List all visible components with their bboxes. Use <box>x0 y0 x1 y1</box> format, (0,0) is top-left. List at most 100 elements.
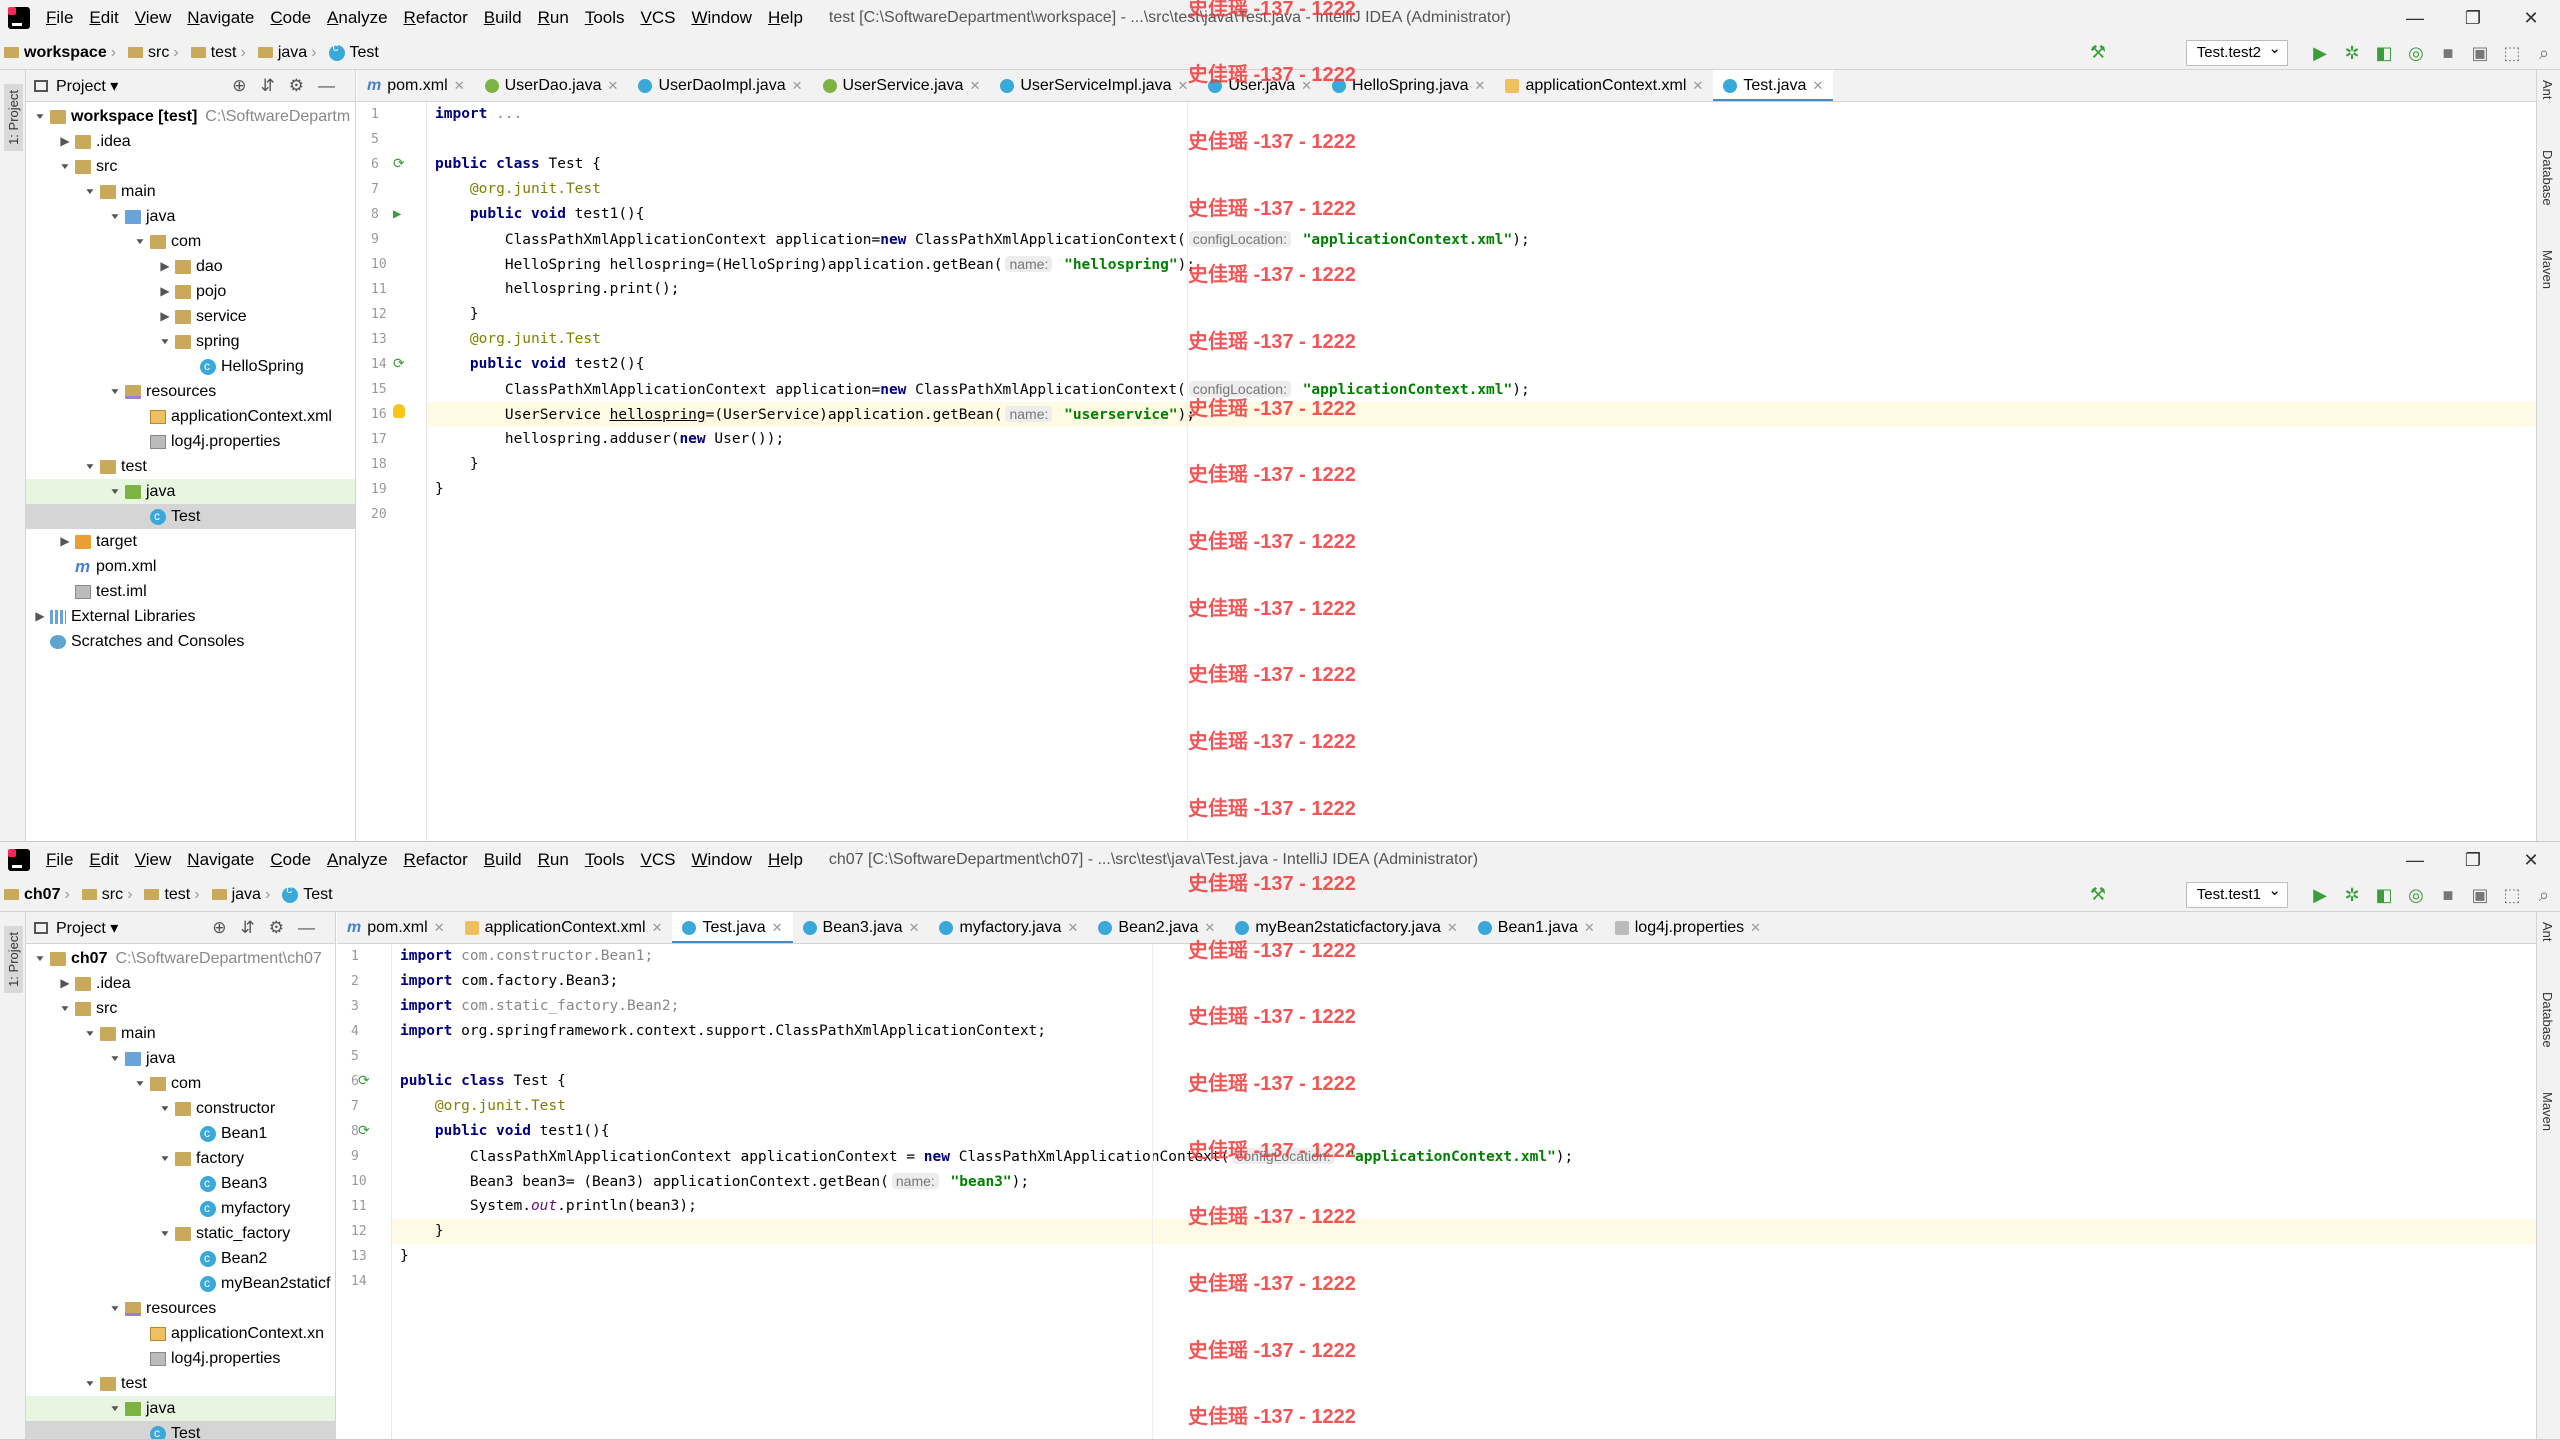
chevron-down-icon[interactable]: ▼ <box>155 1225 175 1243</box>
profile-icon[interactable]: ◎ <box>2400 43 2432 64</box>
tree-item[interactable]: ▼ main <box>26 179 355 204</box>
build-hammer-icon[interactable]: ⚒ <box>2090 884 2106 905</box>
tree-item[interactable]: ▼ com <box>26 1071 335 1096</box>
chevron-down-icon[interactable]: ▼ <box>80 458 100 476</box>
menu-analyze[interactable]: Analyze <box>319 8 395 28</box>
tree-item[interactable]: ▼ java <box>26 1046 335 1071</box>
tree-item[interactable]: ▼ resources <box>26 1296 335 1321</box>
chevron-right-icon[interactable]: ▶ <box>155 254 175 279</box>
run-icon[interactable]: ▶ <box>2304 43 2336 64</box>
breadcrumb-2[interactable]: test › <box>140 886 207 904</box>
tree-item[interactable]: applicationContext.xml <box>26 404 355 429</box>
code-area[interactable]: import ... public class Test { @org.junit… <box>427 102 2536 841</box>
close-tab-icon[interactable]: ✕ <box>1692 78 1703 94</box>
tree-item[interactable]: Scratches and Consoles <box>26 629 355 654</box>
menu-navigate[interactable]: Navigate <box>179 850 262 870</box>
project-view-select[interactable]: Project ▾ <box>56 918 118 938</box>
breadcrumb-2[interactable]: test › <box>187 44 254 62</box>
maven-tool-tab[interactable]: Maven <box>2540 250 2555 289</box>
tree-item[interactable]: ▼ test <box>26 1371 335 1396</box>
editor-tab[interactable]: UserServiceImpl.java ✕ <box>990 70 1198 101</box>
minimize-icon[interactable]: — <box>2386 0 2444 36</box>
chevron-down-icon[interactable]: ▼ <box>155 333 175 351</box>
menu-help[interactable]: Help <box>760 850 811 870</box>
close-tab-icon[interactable]: ✕ <box>909 920 920 936</box>
locate-icon[interactable]: ⊕ <box>212 918 240 937</box>
tree-item[interactable]: log4j.properties <box>26 429 355 454</box>
breadcrumb-0[interactable]: workspace › <box>0 44 124 62</box>
stop-icon[interactable]: ■ <box>2432 885 2464 906</box>
chevron-right-icon[interactable]: ▶ <box>155 304 175 329</box>
chevron-down-icon[interactable]: ▼ <box>130 1075 150 1093</box>
chevron-down-icon[interactable]: ▼ <box>105 1050 125 1068</box>
tree-item[interactable]: Bean1 <box>26 1121 335 1146</box>
gear-icon[interactable]: ⚙ <box>269 918 298 937</box>
chevron-down-icon[interactable]: ▼ <box>105 208 125 226</box>
chevron-right-icon[interactable]: ▶ <box>55 129 75 154</box>
close-tab-icon[interactable]: ✕ <box>1584 920 1595 936</box>
menu-view[interactable]: View <box>127 8 180 28</box>
editor-tab[interactable]: Bean1.java ✕ <box>1468 912 1605 943</box>
chevron-down-icon[interactable]: ▼ <box>155 1100 175 1118</box>
build-hammer-icon[interactable]: ⚒ <box>2090 42 2106 63</box>
tree-item[interactable]: ▼ java <box>26 204 355 229</box>
chevron-down-icon[interactable]: ▼ <box>130 233 150 251</box>
close-icon[interactable]: ✕ <box>2502 842 2560 878</box>
editor-tab[interactable]: Test.java ✕ <box>672 912 793 943</box>
debug-icon[interactable]: ✲ <box>2336 43 2368 64</box>
vcs-icon[interactable]: ⬚ <box>2496 885 2528 906</box>
menu-window[interactable]: Window <box>683 850 759 870</box>
close-icon[interactable]: ✕ <box>2502 0 2560 36</box>
chevron-down-icon[interactable]: ▼ <box>80 1025 100 1043</box>
menu-window[interactable]: Window <box>683 8 759 28</box>
maven-tool-tab[interactable]: Maven <box>2540 1092 2555 1131</box>
editor-tab[interactable]: UserService.java ✕ <box>813 70 991 101</box>
menu-tools[interactable]: Tools <box>577 8 633 28</box>
close-tab-icon[interactable]: ✕ <box>608 78 619 94</box>
tree-item[interactable]: ▼ java <box>26 479 355 504</box>
breadcrumb-4[interactable]: Test <box>278 882 336 904</box>
menu-run[interactable]: Run <box>530 850 577 870</box>
breadcrumb-1[interactable]: src › <box>124 44 187 62</box>
tree-item[interactable]: ▶ External Libraries <box>26 604 355 629</box>
project-structure-icon[interactable]: ▣ <box>2464 43 2496 64</box>
close-tab-icon[interactable]: ✕ <box>1447 920 1458 936</box>
chevron-down-icon[interactable]: ▼ <box>30 950 50 968</box>
tree-item[interactable]: ▶ service <box>26 304 355 329</box>
menu-refactor[interactable]: Refactor <box>396 850 476 870</box>
chevron-right-icon[interactable]: ▶ <box>55 529 75 554</box>
menu-tools[interactable]: Tools <box>577 850 633 870</box>
breadcrumb-0[interactable]: ch07 › <box>0 886 78 904</box>
breadcrumb-4[interactable]: Test <box>325 40 383 62</box>
run-configuration-select[interactable]: Test.test1 <box>2185 879 2288 908</box>
tree-item[interactable]: ▼ src <box>26 996 335 1021</box>
chevron-down-icon[interactable]: ▼ <box>55 158 75 176</box>
menu-edit[interactable]: Edit <box>81 8 126 28</box>
tree-item[interactable]: applicationContext.xn <box>26 1321 335 1346</box>
tree-item[interactable]: ▼ workspace [test] C:\SoftwareDepartm <box>26 104 355 129</box>
close-tab-icon[interactable]: ✕ <box>1178 78 1189 94</box>
close-tab-icon[interactable]: ✕ <box>652 920 663 936</box>
search-everywhere-icon[interactable]: ⌕ <box>2528 885 2560 906</box>
editor-tab[interactable]: m pom.xml ✕ <box>357 70 475 101</box>
maximize-icon[interactable]: ❐ <box>2444 842 2502 878</box>
tree-item[interactable]: m pom.xml <box>26 554 355 579</box>
menu-edit[interactable]: Edit <box>81 850 126 870</box>
tree-item[interactable]: myBean2staticf <box>26 1271 335 1296</box>
chevron-right-icon[interactable]: ▶ <box>30 604 50 629</box>
menu-navigate[interactable]: Navigate <box>179 8 262 28</box>
tree-item[interactable]: Bean3 <box>26 1171 335 1196</box>
run-gutter-icon[interactable]: ⟳ <box>358 1119 370 1144</box>
close-tab-icon[interactable]: ✕ <box>454 78 465 94</box>
database-tool-tab[interactable]: Database <box>2540 992 2555 1048</box>
chevron-down-icon[interactable]: ▼ <box>155 1150 175 1168</box>
editor-tab[interactable]: applicationContext.xml ✕ <box>455 912 673 943</box>
tree-item[interactable]: ▼ src <box>26 154 355 179</box>
run-gutter-icon[interactable]: ⟳ <box>358 1069 370 1094</box>
chevron-down-icon[interactable]: ▼ <box>105 483 125 501</box>
close-tab-icon[interactable]: ✕ <box>434 920 445 936</box>
chevron-down-icon[interactable]: ▼ <box>30 108 50 126</box>
search-everywhere-icon[interactable]: ⌕ <box>2528 43 2560 64</box>
tree-item[interactable]: ▼ spring <box>26 329 355 354</box>
tree-item[interactable]: ▶ pojo <box>26 279 355 304</box>
